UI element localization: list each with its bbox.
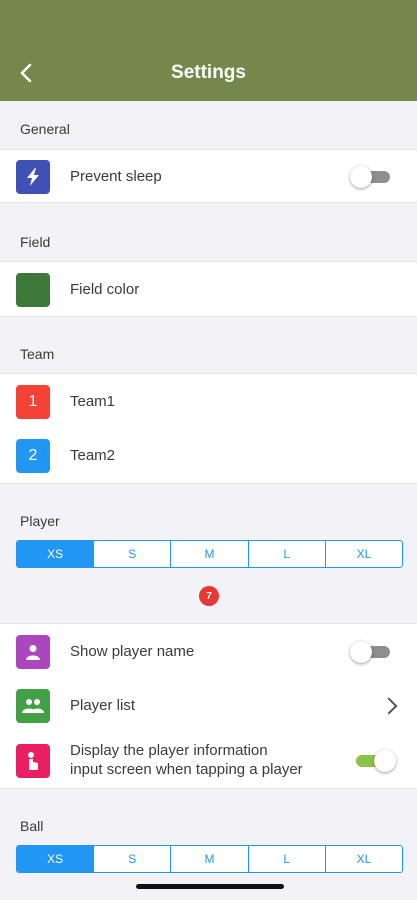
show-player-name-toggle[interactable] — [350, 641, 390, 663]
team1-row[interactable]: 1 Team1 — [0, 373, 417, 429]
chevron-right-icon — [380, 697, 398, 715]
player-preview-badge: 7 — [199, 586, 219, 606]
player-size-l[interactable]: L — [247, 541, 325, 567]
ball-size-xs[interactable]: XS — [17, 846, 94, 872]
prevent-sleep-label: Prevent sleep — [70, 168, 162, 185]
page-title: Settings — [171, 62, 246, 83]
team2-label: Team2 — [70, 447, 116, 464]
field-color-swatch — [16, 273, 50, 307]
player-size-m[interactable]: M — [170, 541, 247, 567]
tap-hand-icon — [16, 744, 50, 778]
display-player-info-line1: Display the player information — [70, 742, 268, 759]
team2-number-icon: 2 — [16, 439, 50, 473]
player-list-label: Player list — [70, 697, 136, 714]
ball-size-m[interactable]: M — [170, 846, 247, 872]
player-list-row[interactable]: Player list — [0, 678, 417, 734]
prevent-sleep-row: Prevent sleep — [0, 149, 417, 203]
field-color-row[interactable]: Field color — [0, 261, 417, 317]
team2-row[interactable]: 2 Team2 — [0, 428, 417, 484]
ball-size-selector: XS S M L XL — [16, 845, 403, 873]
player-size-xl[interactable]: XL — [324, 541, 402, 567]
player-size-s[interactable]: S — [93, 541, 170, 567]
ball-size-l[interactable]: L — [247, 846, 325, 872]
display-player-info-toggle[interactable] — [356, 750, 396, 772]
ball-size-xl[interactable]: XL — [324, 846, 402, 872]
section-label-team: Team — [20, 346, 55, 362]
display-player-info-row: Display the player information input scr… — [0, 733, 417, 789]
show-player-name-label: Show player name — [70, 643, 195, 660]
player-size-xs[interactable]: XS — [17, 541, 94, 567]
section-label-player: Player — [20, 513, 60, 529]
group-icon — [16, 689, 50, 723]
section-label-ball: Ball — [20, 818, 44, 834]
player-size-selector: XS S M L XL — [16, 540, 403, 568]
ball-size-s[interactable]: S — [93, 846, 170, 872]
team1-label: Team1 — [70, 393, 116, 410]
display-player-info-line2: input screen when tapping a player — [70, 761, 303, 778]
bolt-icon — [16, 160, 50, 194]
team1-number-icon: 1 — [16, 385, 50, 419]
show-player-name-row: Show player name — [0, 623, 417, 679]
section-label-field: Field — [20, 234, 51, 250]
app-header: Settings — [0, 0, 417, 101]
section-label-general: General — [20, 121, 70, 137]
person-icon — [16, 635, 50, 669]
home-indicator — [136, 884, 284, 889]
display-player-info-label: Display the player information input scr… — [70, 741, 303, 779]
field-color-label: Field color — [70, 281, 140, 298]
prevent-sleep-toggle[interactable] — [350, 166, 390, 188]
